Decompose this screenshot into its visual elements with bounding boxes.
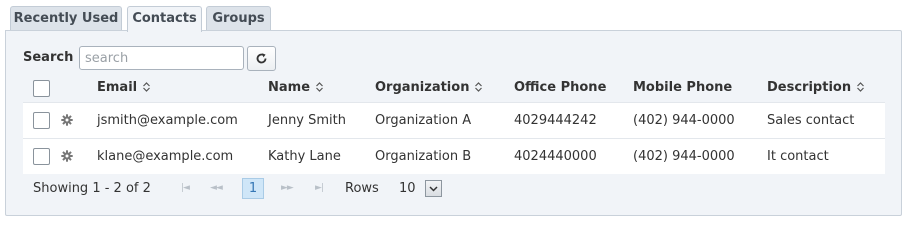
- select-all-checkbox[interactable]: [33, 80, 50, 97]
- gear-icon[interactable]: [61, 150, 73, 162]
- grid-header: Email Name Organization Office Phone Mob…: [23, 74, 885, 102]
- office-phone-cell: 4024440000: [514, 149, 597, 164]
- prev-page-icon[interactable]: ◄◄: [210, 183, 223, 193]
- gear-icon[interactable]: [61, 114, 73, 126]
- showing-count: Showing 1 - 2 of 2: [33, 181, 151, 196]
- search-input[interactable]: [79, 46, 244, 70]
- office-phone-cell: 4029444242: [514, 113, 597, 128]
- refresh-button[interactable]: [247, 46, 276, 71]
- rows-per-page-select[interactable]: 10: [393, 178, 443, 199]
- pagination-bar: Showing 1 - 2 of 2 |◄ ◄◄ 1 ►► ►| Rows 10: [23, 174, 885, 204]
- name-cell: Kathy Lane: [268, 149, 341, 164]
- column-header-label: Email: [97, 80, 138, 95]
- column-header-office-phone: Office Phone: [514, 80, 606, 95]
- chevron-down-icon: [429, 185, 438, 192]
- table-row[interactable]: klane@example.com Kathy Lane Organizatio…: [23, 138, 885, 174]
- last-page-icon[interactable]: ►|: [315, 183, 324, 193]
- page-number-current[interactable]: 1: [242, 178, 264, 199]
- organization-cell: Organization B: [375, 149, 472, 164]
- column-header-label: Mobile Phone: [633, 80, 733, 95]
- tab-contacts[interactable]: Contacts: [127, 6, 202, 32]
- first-page-icon[interactable]: |◄: [181, 183, 190, 193]
- column-header-label: Organization: [375, 80, 470, 95]
- tab-recently-used[interactable]: Recently Used: [10, 6, 122, 31]
- column-header-mobile-phone: Mobile Phone: [633, 80, 732, 95]
- column-header-name[interactable]: Name: [268, 80, 323, 95]
- rows-label: Rows: [345, 181, 379, 196]
- row-checkbox[interactable]: [33, 112, 50, 129]
- column-header-label: Description: [767, 80, 852, 95]
- email-cell: klane@example.com: [97, 149, 234, 164]
- description-cell: It contact: [767, 149, 829, 164]
- next-page-icon[interactable]: ►►: [281, 183, 294, 193]
- mobile-phone-cell: (402) 944-0000: [633, 113, 735, 128]
- search-label: Search: [23, 50, 74, 65]
- mobile-phone-cell: (402) 944-0000: [633, 149, 735, 164]
- description-cell: Sales contact: [767, 113, 855, 128]
- contacts-grid: Email Name Organization Office Phone Mob…: [23, 74, 885, 204]
- column-header-organization[interactable]: Organization: [375, 80, 483, 95]
- organization-cell: Organization A: [375, 113, 472, 128]
- column-header-label: Office Phone: [514, 80, 607, 95]
- sort-arrows-icon: [143, 82, 151, 92]
- contacts-panel: Search Email Name Organization Office Ph…: [5, 30, 902, 216]
- refresh-icon: [256, 53, 267, 64]
- email-cell: jsmith@example.com: [97, 113, 238, 128]
- sort-arrows-icon: [316, 82, 323, 92]
- sort-arrows-icon: [857, 82, 865, 92]
- name-cell: Jenny Smith: [268, 113, 346, 128]
- sort-arrows-icon: [475, 82, 483, 92]
- row-checkbox[interactable]: [33, 148, 50, 165]
- dropdown-button[interactable]: [425, 180, 442, 197]
- column-header-description[interactable]: Description: [767, 80, 865, 95]
- table-row[interactable]: jsmith@example.com Jenny Smith Organizat…: [23, 102, 885, 138]
- column-header-email[interactable]: Email: [97, 80, 151, 95]
- tab-groups[interactable]: Groups: [206, 6, 271, 31]
- rows-per-page-value: 10: [399, 181, 416, 196]
- column-header-label: Name: [268, 80, 311, 95]
